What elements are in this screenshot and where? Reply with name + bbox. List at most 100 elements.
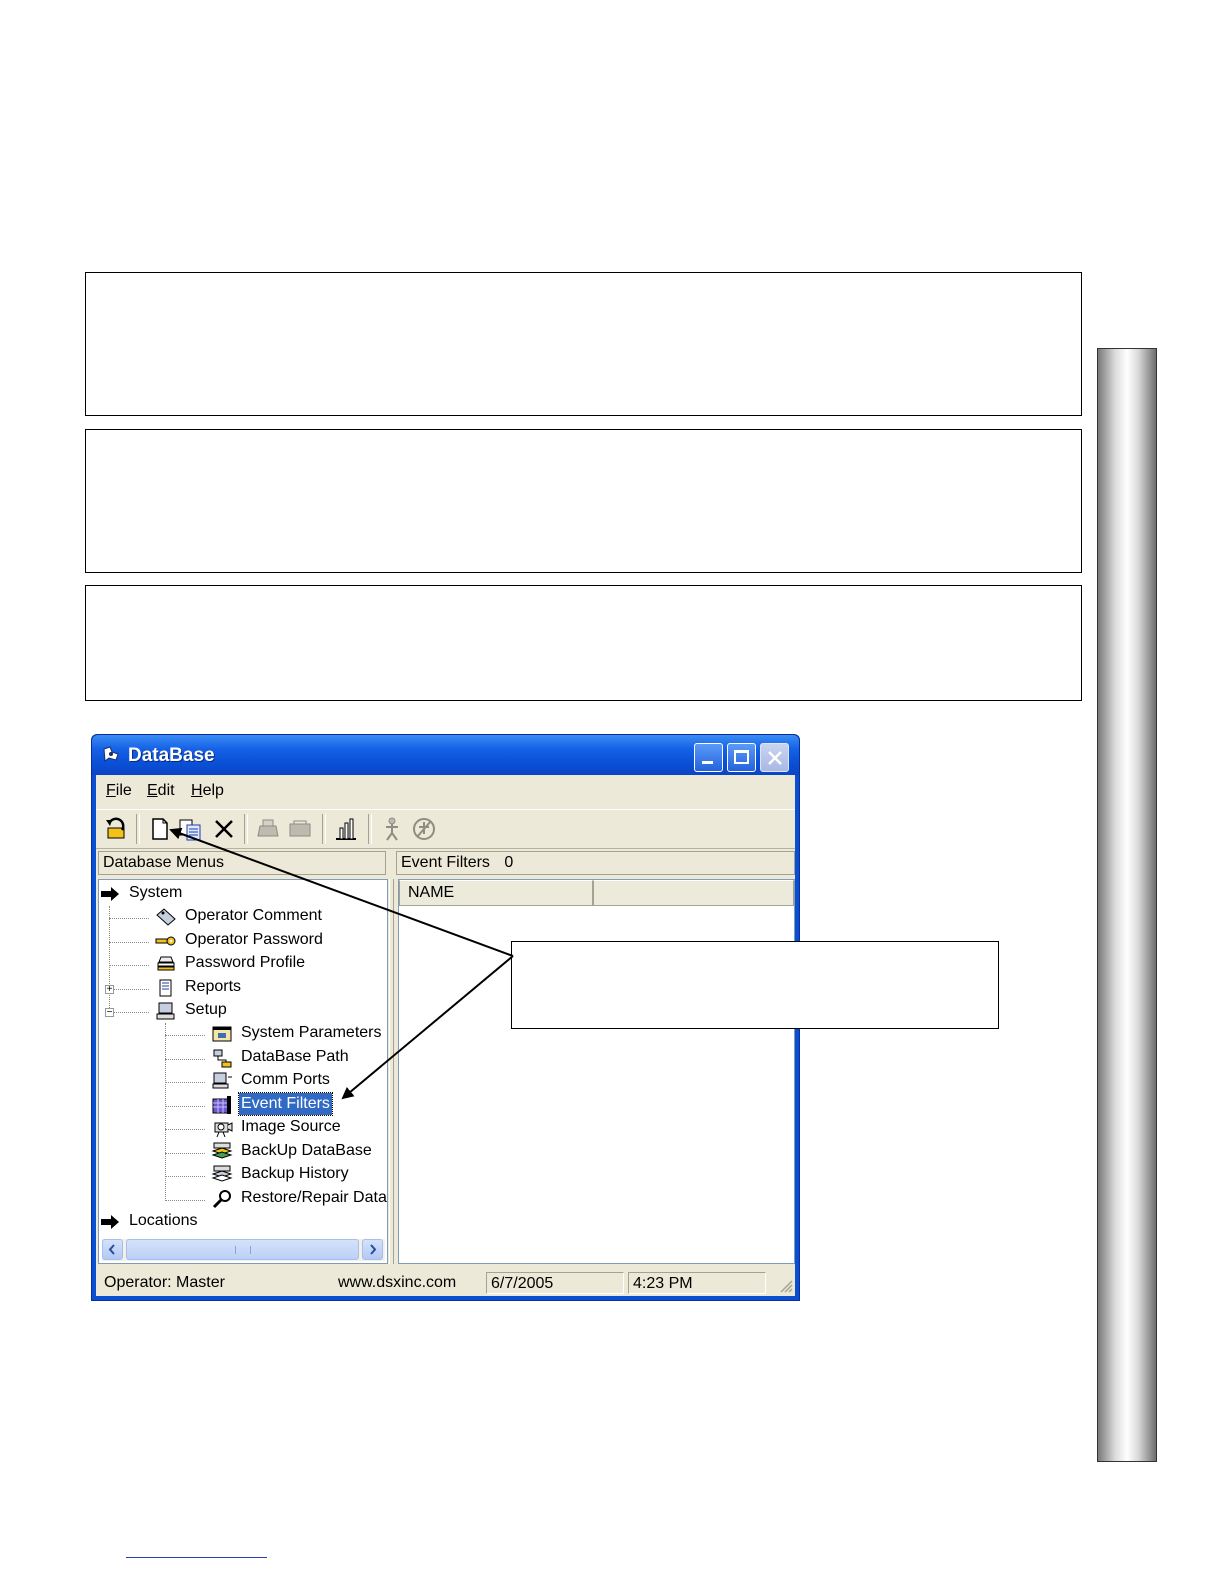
tree-item-label: Event Filters	[238, 1092, 333, 1116]
menu-file[interactable]: File	[106, 782, 132, 800]
maximize-button[interactable]	[727, 743, 756, 772]
tree-item-label: Setup	[185, 1001, 227, 1018]
arrow-right-icon	[101, 1215, 119, 1229]
scroll-thumb[interactable]	[126, 1239, 359, 1260]
tree-line	[109, 918, 149, 919]
menu-bar: File Edit Help	[96, 775, 795, 807]
new-icon	[152, 818, 168, 840]
status-time: 4:23 PM	[628, 1272, 766, 1294]
toolbar-separator	[244, 814, 248, 844]
chart-button[interactable]	[332, 814, 360, 844]
tree-line	[165, 1035, 205, 1036]
tree-line	[165, 1023, 166, 1201]
settings-window-icon	[212, 1026, 232, 1042]
tree-line	[109, 989, 149, 990]
side-tab-bar	[1097, 348, 1157, 1462]
tree-line	[165, 1200, 205, 1201]
print-icon	[257, 819, 279, 837]
text-box-2	[85, 429, 1082, 573]
tree-line	[165, 1176, 205, 1177]
close-icon	[768, 751, 782, 765]
tree-line	[109, 965, 149, 966]
camera-icon	[214, 1122, 233, 1138]
tree-item-label: System	[129, 884, 183, 901]
user-clear-button	[410, 814, 438, 844]
print-preview-icon	[289, 820, 311, 837]
tree-horizontal-scrollbar[interactable]	[102, 1239, 385, 1261]
chevron-right-icon	[370, 1244, 377, 1255]
tree-item-label: Password Profile	[185, 954, 306, 971]
status-website: www.dsxinc.com	[338, 1274, 457, 1291]
event-filter-icon	[212, 1096, 231, 1114]
maximize-icon	[734, 750, 749, 764]
toolbar	[96, 809, 795, 849]
toolbar-separator	[322, 814, 326, 844]
callout-box	[511, 941, 999, 1029]
reports-icon	[159, 979, 172, 997]
text-box-3	[85, 585, 1082, 701]
app-icon	[103, 746, 119, 762]
menu-edit[interactable]: Edit	[147, 782, 175, 800]
event-filters-count: 0	[504, 854, 514, 871]
text-box-1	[85, 272, 1082, 416]
comm-port-icon	[212, 1072, 232, 1089]
window-client: File Edit Help Database Menus Event Filt…	[96, 775, 795, 1296]
toolbar-separator	[368, 814, 372, 844]
tree-item-label: Image Source	[241, 1118, 341, 1135]
tree-item-label: System Parameters	[241, 1024, 382, 1041]
close-button[interactable]	[760, 743, 789, 772]
tree-line	[165, 1153, 205, 1154]
tree-item-label: Operator Password	[185, 931, 323, 948]
tag-icon	[156, 908, 176, 926]
menu-help[interactable]: Help	[191, 782, 224, 800]
scroll-left-button[interactable]	[102, 1239, 123, 1260]
backup-icon	[211, 1142, 233, 1159]
tree-item-label: Restore/Repair Data	[241, 1189, 387, 1206]
tree-item-label: BackUp DataBase	[241, 1142, 372, 1159]
new-button[interactable]	[146, 814, 174, 844]
chevron-left-icon	[108, 1244, 115, 1255]
title-bar[interactable]: DataBase	[92, 735, 799, 775]
tree-line	[109, 906, 110, 1014]
pane-splitter[interactable]	[389, 879, 394, 1264]
database-menu-tree: + − System Operator Comment Operator Pas…	[98, 879, 388, 1264]
backup-history-icon	[211, 1165, 233, 1182]
tree-line	[109, 1012, 149, 1013]
toolbar-separator	[136, 814, 140, 844]
delete-icon	[215, 820, 233, 838]
user-icon	[386, 817, 398, 841]
minimize-button[interactable]	[694, 743, 723, 772]
tree-item-label: Comm Ports	[241, 1071, 330, 1088]
event-filters-header: Event Filters 0	[396, 851, 795, 875]
reports-expander[interactable]: +	[105, 985, 114, 995]
event-filters-header-label: Event Filters	[401, 854, 490, 871]
print-button	[254, 814, 282, 844]
scroll-right-button[interactable]	[362, 1239, 383, 1260]
copy-icon	[179, 819, 201, 841]
copy-button[interactable]	[176, 814, 204, 844]
status-operator: Operator: Master	[104, 1274, 225, 1291]
tree-item-label: Operator Comment	[185, 907, 322, 924]
tree-item-label: Backup History	[241, 1165, 349, 1182]
event-filters-list[interactable]: NAME	[398, 879, 795, 1264]
tree-line	[165, 1106, 205, 1107]
exit-button[interactable]	[102, 814, 130, 844]
arrow-right-icon	[101, 887, 119, 901]
user-clear-icon	[413, 818, 435, 840]
window-title: DataBase	[128, 745, 215, 766]
setup-expander[interactable]: −	[105, 1008, 114, 1018]
database-menus-header: Database Menus	[98, 851, 386, 875]
computer-icon	[156, 1002, 175, 1020]
user-button	[378, 814, 406, 844]
status-date: 6/7/2005	[486, 1272, 624, 1294]
wrench-icon	[212, 1190, 231, 1209]
tree-line	[165, 1059, 205, 1060]
delete-button[interactable]	[210, 814, 238, 844]
network-path-icon	[213, 1049, 232, 1068]
column-header-name[interactable]: NAME	[399, 880, 593, 906]
resize-grip-icon[interactable]	[777, 1277, 793, 1293]
print-preview-button	[286, 814, 314, 844]
tree-item-label: DataBase Path	[241, 1048, 349, 1065]
column-header-blank[interactable]	[593, 880, 794, 906]
profile-stack-icon	[157, 956, 175, 971]
